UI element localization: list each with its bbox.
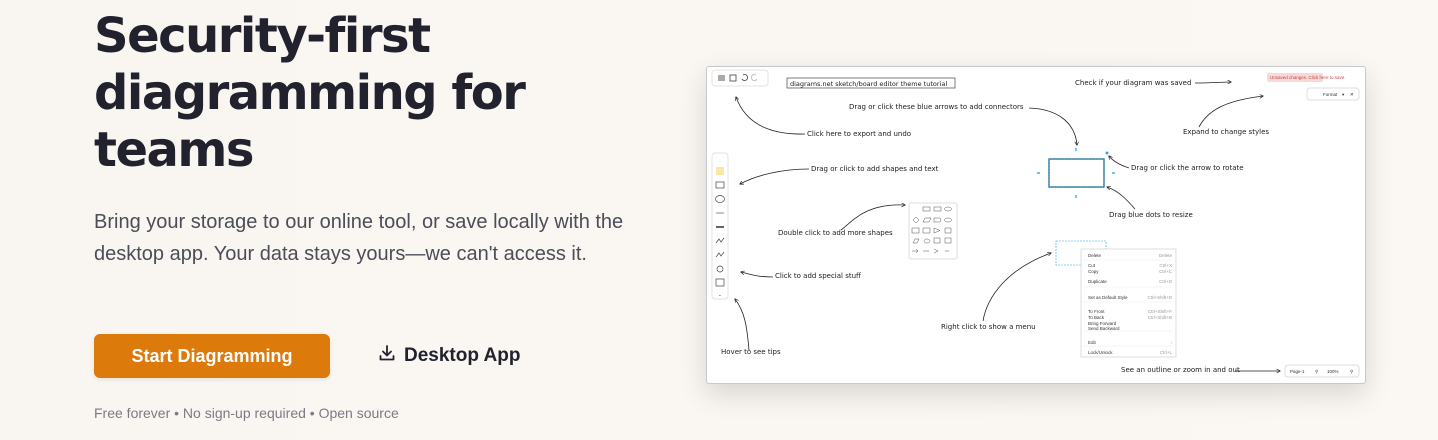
note-export-undo: Click here to export and undo bbox=[807, 130, 911, 138]
shape-palette bbox=[908, 202, 958, 260]
note-shapes-text: Drag or click to add shapes and text bbox=[811, 165, 939, 173]
desktop-app-label: Desktop App bbox=[404, 345, 521, 366]
editor-screenshot: diagrams.net sketch/board editor theme t… bbox=[706, 66, 1366, 384]
page-selector[interactable]: Page-1 bbox=[1290, 369, 1305, 374]
context-menu-shortcut: Delete bbox=[1159, 253, 1173, 258]
context-menu-shortcut: Ctrl+X bbox=[1159, 263, 1172, 268]
context-menu-item[interactable]: Delete bbox=[1088, 253, 1102, 258]
hero-subtitle: Bring your storage to our online tool, o… bbox=[94, 211, 624, 265]
hero-title: Security-first diagramming for teams bbox=[94, 8, 526, 178]
context-menu-shortcut: Ctrl+Shift+B bbox=[1148, 315, 1172, 320]
context-menu-item[interactable]: Duplicate bbox=[1088, 279, 1107, 284]
note-outline-zoom: See an outline or zoom in and out bbox=[1121, 366, 1240, 374]
start-diagramming-button[interactable]: Start Diagramming bbox=[94, 334, 330, 378]
desktop-app-button[interactable]: Desktop App bbox=[368, 334, 530, 378]
note-expand-styles: Expand to change styles bbox=[1183, 128, 1269, 136]
note-rotate: Drag or click the arrow to rotate bbox=[1131, 164, 1244, 172]
note-connectors: Drag or click these blue arrows to add c… bbox=[849, 103, 1024, 111]
top-toolbar bbox=[711, 69, 769, 87]
note-right-click: Right click to show a menu bbox=[941, 323, 1036, 331]
note-hover-tips: Hover to see tips bbox=[721, 348, 781, 356]
context-menu-item[interactable]: Send Backward bbox=[1088, 326, 1120, 331]
context-menu-item[interactable]: Copy bbox=[1088, 269, 1099, 274]
close-icon[interactable]: ✕ bbox=[1350, 92, 1354, 97]
zoom-level[interactable]: 100% bbox=[1327, 369, 1339, 374]
unsaved-badge-text: Unsaved changes. Click here to save. bbox=[1270, 75, 1346, 80]
context-menu: Delete Delete Cut Ctrl+X Copy Ctrl+C Duplicate… bbox=[1080, 248, 1177, 358]
context-menu-shortcut: Ctrl+C bbox=[1159, 269, 1173, 274]
selected-shape[interactable] bbox=[1037, 148, 1115, 198]
note-check-saved: Check if your diagram was saved bbox=[1075, 79, 1191, 87]
note-resize: Drag blue dots to resize bbox=[1109, 211, 1193, 219]
more-icon[interactable]: ⌄ bbox=[718, 292, 722, 297]
context-menu-item[interactable]: Lock/Unlock bbox=[1088, 350, 1113, 355]
context-menu-item[interactable]: Cut bbox=[1088, 263, 1096, 268]
hero-footnote: Free forever • No sign-up required • Ope… bbox=[94, 405, 399, 421]
context-menu-shortcut: Ctrl+Shift+F bbox=[1148, 309, 1172, 314]
note-more-shapes: Double click to add more shapes bbox=[778, 229, 893, 237]
editor-title-label: diagrams.net sketch/board editor theme t… bbox=[790, 80, 947, 88]
format-label: Format bbox=[1323, 92, 1338, 97]
context-menu-item[interactable]: To Back bbox=[1088, 315, 1105, 320]
shape-toolbar: ⌄ bbox=[711, 152, 729, 300]
context-menu-item[interactable]: Set as Default Style bbox=[1088, 295, 1128, 300]
context-menu-shortcut: Ctrl+L bbox=[1160, 350, 1173, 355]
context-menu-item[interactable]: To Front bbox=[1088, 309, 1105, 314]
context-menu-item[interactable]: Edit bbox=[1088, 340, 1097, 345]
sticky-note-icon[interactable] bbox=[716, 167, 724, 175]
context-menu-shortcut: Ctrl+D bbox=[1159, 279, 1173, 284]
note-special-stuff: Click to add special stuff bbox=[775, 272, 861, 280]
context-menu-shortcut: Ctrl+Shift+D bbox=[1147, 295, 1172, 300]
download-icon bbox=[378, 344, 396, 368]
